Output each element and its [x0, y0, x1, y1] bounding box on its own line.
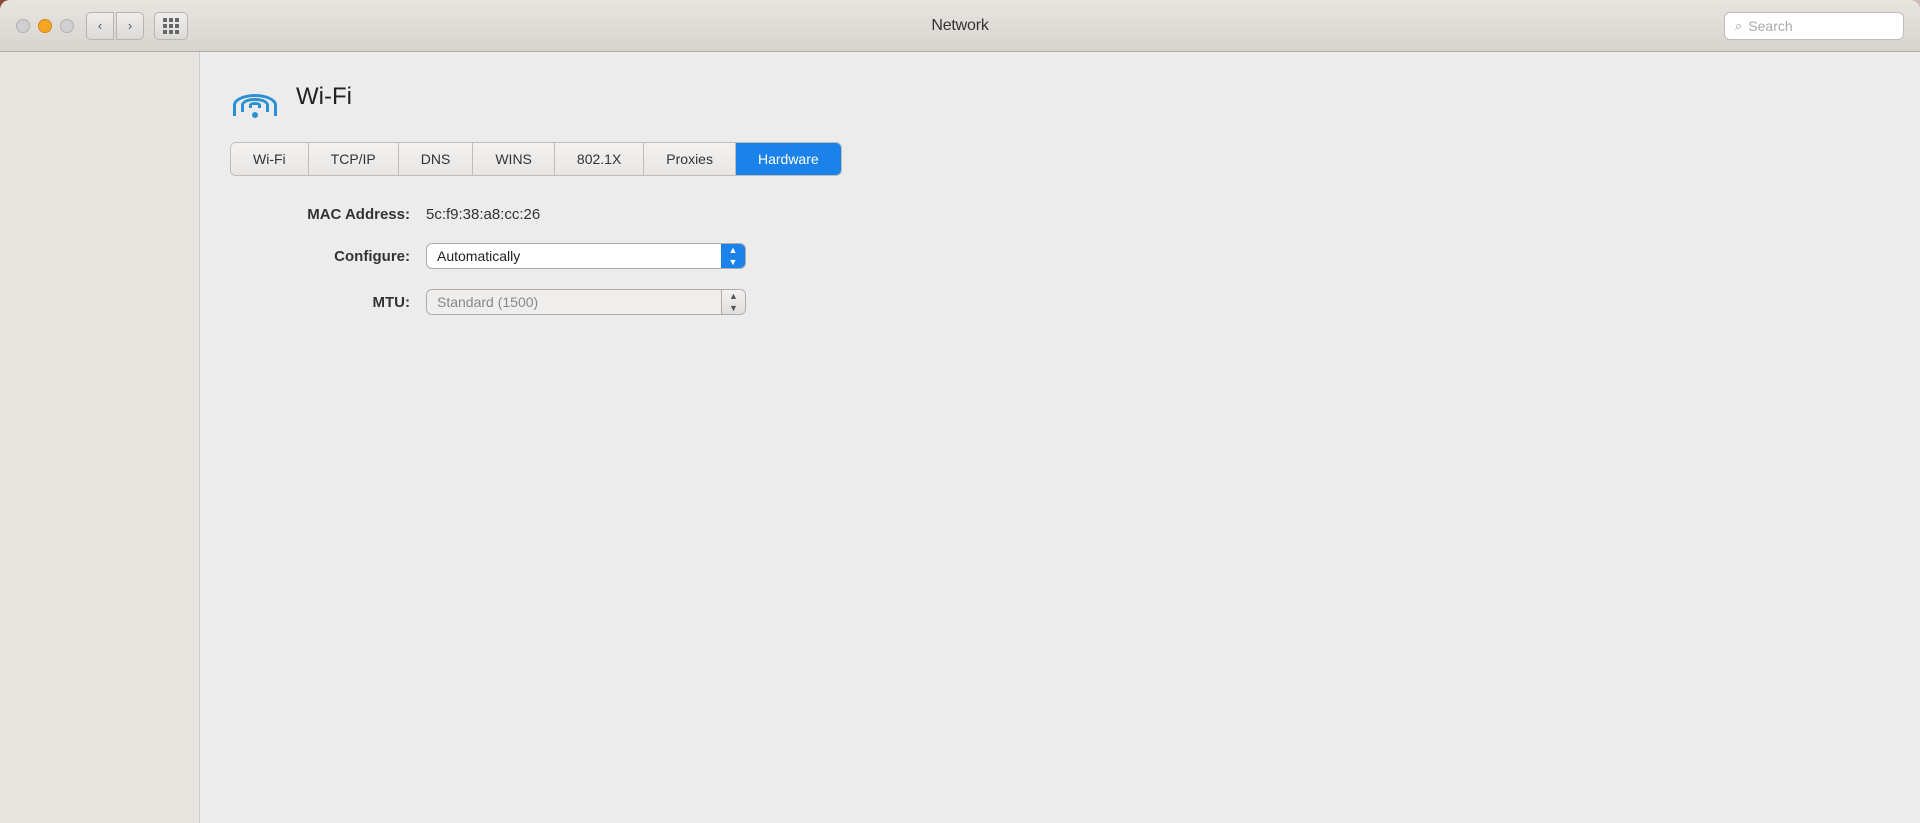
grid-dots-icon [163, 18, 179, 34]
mtu-label: MTU: [270, 294, 410, 311]
tab-dns[interactable]: DNS [399, 143, 474, 175]
search-box[interactable]: ⌕ Search [1724, 12, 1904, 40]
window-title: Network [931, 17, 988, 35]
maximize-button[interactable] [60, 19, 74, 33]
search-icon: ⌕ [1735, 18, 1742, 34]
tab-wins[interactable]: WINS [473, 143, 555, 175]
tab-tcpip[interactable]: TCP/IP [309, 143, 399, 175]
traffic-lights [16, 19, 74, 33]
wifi-dot [252, 112, 258, 118]
grid-view-button[interactable] [154, 12, 188, 40]
configure-label: Configure: [270, 248, 410, 265]
window-content: Wi-Fi Wi-Fi TCP/IP DNS WINS 802.1X Proxi… [0, 52, 1920, 823]
wifi-arc-inner [249, 102, 261, 108]
tab-wifi[interactable]: Wi-Fi [231, 143, 309, 175]
tab-hardware[interactable]: Hardware [736, 143, 841, 175]
hardware-form: MAC Address: 5c:f9:38:a8:cc:26 Configure… [270, 206, 1890, 315]
mac-address-label: MAC Address: [270, 206, 410, 223]
chevron-up-icon: ▲ [729, 245, 738, 255]
back-button[interactable]: ‹ [86, 12, 114, 40]
mtu-select[interactable]: Standard (1500) ▲ ▼ [426, 289, 746, 315]
nav-buttons: ‹ › [86, 12, 144, 40]
mac-address-value: 5c:f9:38:a8:cc:26 [426, 206, 540, 223]
configure-select[interactable]: Automatically ▲ ▼ [426, 243, 746, 269]
tab-8021x[interactable]: 802.1X [555, 143, 644, 175]
configure-select-value: Automatically [427, 248, 721, 264]
main-panel: Wi-Fi Wi-Fi TCP/IP DNS WINS 802.1X Proxi… [200, 52, 1920, 823]
tabs-container: Wi-Fi TCP/IP DNS WINS 802.1X Proxies Har… [230, 142, 842, 176]
back-icon: ‹ [98, 18, 102, 33]
close-button[interactable] [16, 19, 30, 33]
configure-row: Configure: Automatically ▲ ▼ [270, 243, 1890, 269]
forward-button[interactable]: › [116, 12, 144, 40]
mtu-select-value: Standard (1500) [427, 294, 721, 310]
interface-name: Wi-Fi [296, 83, 352, 111]
wifi-icon [230, 76, 280, 118]
mtu-select-arrows: ▲ ▼ [721, 290, 745, 314]
mtu-row: MTU: Standard (1500) ▲ ▼ [270, 289, 1890, 315]
chevron-down-icon: ▼ [729, 303, 738, 313]
titlebar: ‹ › Network ⌕ Search [0, 0, 1920, 52]
wifi-header: Wi-Fi [230, 76, 1890, 118]
tab-proxies[interactable]: Proxies [644, 143, 736, 175]
configure-select-arrows: ▲ ▼ [721, 244, 745, 268]
search-placeholder: Search [1748, 18, 1792, 34]
forward-icon: › [128, 18, 132, 33]
chevron-down-icon: ▼ [729, 257, 738, 267]
chevron-up-icon: ▲ [729, 291, 738, 301]
minimize-button[interactable] [38, 19, 52, 33]
mac-address-row: MAC Address: 5c:f9:38:a8:cc:26 [270, 206, 1890, 223]
network-preferences-window: ‹ › Network ⌕ Search [0, 0, 1920, 823]
sidebar [0, 52, 200, 823]
